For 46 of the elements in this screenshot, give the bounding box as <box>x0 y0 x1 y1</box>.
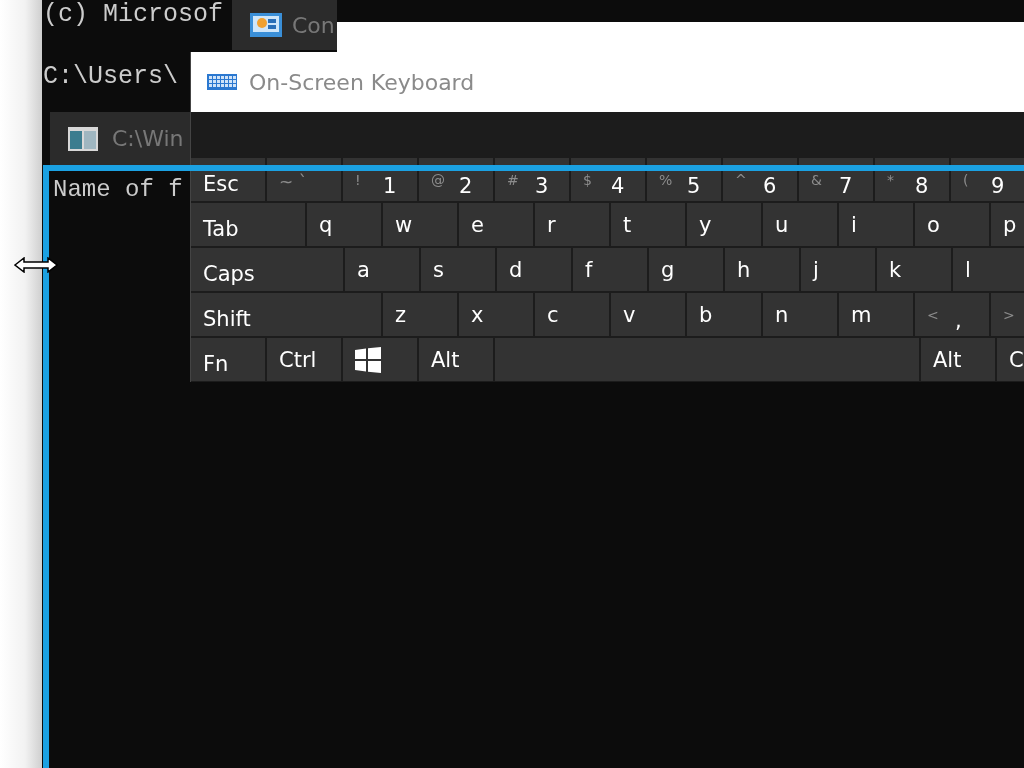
console-line: (c) Microsof <box>43 0 224 30</box>
keyboard-key[interactable]: g <box>649 248 723 291</box>
keyboard-key[interactable]: < , <box>915 293 989 336</box>
keyboard-key[interactable]: e <box>459 203 533 246</box>
keyboard-key[interactable]: b <box>687 293 761 336</box>
keyboard-key[interactable]: Alt <box>921 338 995 381</box>
console-line: C:\Users\ <box>43 62 179 92</box>
keyboard-key[interactable]: y <box>687 203 761 246</box>
console-line: Name of f <box>53 175 183 205</box>
keyboard-key[interactable]: Shift <box>191 293 381 336</box>
keyboard-key[interactable]: s <box>421 248 495 291</box>
keyboard-key[interactable]: Fn <box>191 338 265 381</box>
keyboard-key[interactable]: m <box>839 293 913 336</box>
keyboard-key[interactable]: Tab <box>191 203 305 246</box>
keyboard-key[interactable]: l <box>953 248 1024 291</box>
keyboard-key[interactable]: w <box>383 203 457 246</box>
keyboard-key[interactable]: d <box>497 248 571 291</box>
keyboard-key[interactable]: t <box>611 203 685 246</box>
keyboard-key[interactable]: v <box>611 293 685 336</box>
window-title: C:\Win <box>112 126 184 151</box>
keyboard-key[interactable]: p <box>991 203 1024 246</box>
keyboard-key[interactable]: Ctrl <box>267 338 341 381</box>
keyboard-key[interactable]: a <box>345 248 419 291</box>
keyboard-key[interactable]: k <box>877 248 951 291</box>
keyboard-key[interactable]: i <box>839 203 913 246</box>
window-title: On-Screen Keyboard <box>249 69 475 95</box>
console-icon <box>68 126 98 151</box>
keyboard-key[interactable]: q <box>307 203 381 246</box>
keyboard-key[interactable]: Alt <box>419 338 493 381</box>
keyboard-key[interactable]: C <box>997 338 1024 381</box>
keyboard-key[interactable]: u <box>763 203 837 246</box>
app-icon <box>250 13 282 37</box>
keyboard-key[interactable]: Caps <box>191 248 343 291</box>
keyboard-key[interactable]: f <box>573 248 647 291</box>
keyboard-key[interactable]: h <box>725 248 799 291</box>
windows-key[interactable] <box>343 338 417 381</box>
keyboard-key[interactable]: j <box>801 248 875 291</box>
keyboard-key[interactable]: > <box>991 293 1024 336</box>
keyboard-key[interactable]: r <box>535 203 609 246</box>
keyboard-key[interactable]: o <box>915 203 989 246</box>
keyboard-icon <box>207 74 237 90</box>
keyboard-key[interactable]: x <box>459 293 533 336</box>
keyboard-key[interactable]: c <box>535 293 609 336</box>
windows-logo-icon <box>355 346 381 373</box>
keyboard-key[interactable]: n <box>763 293 837 336</box>
keyboard-key[interactable]: z <box>383 293 457 336</box>
